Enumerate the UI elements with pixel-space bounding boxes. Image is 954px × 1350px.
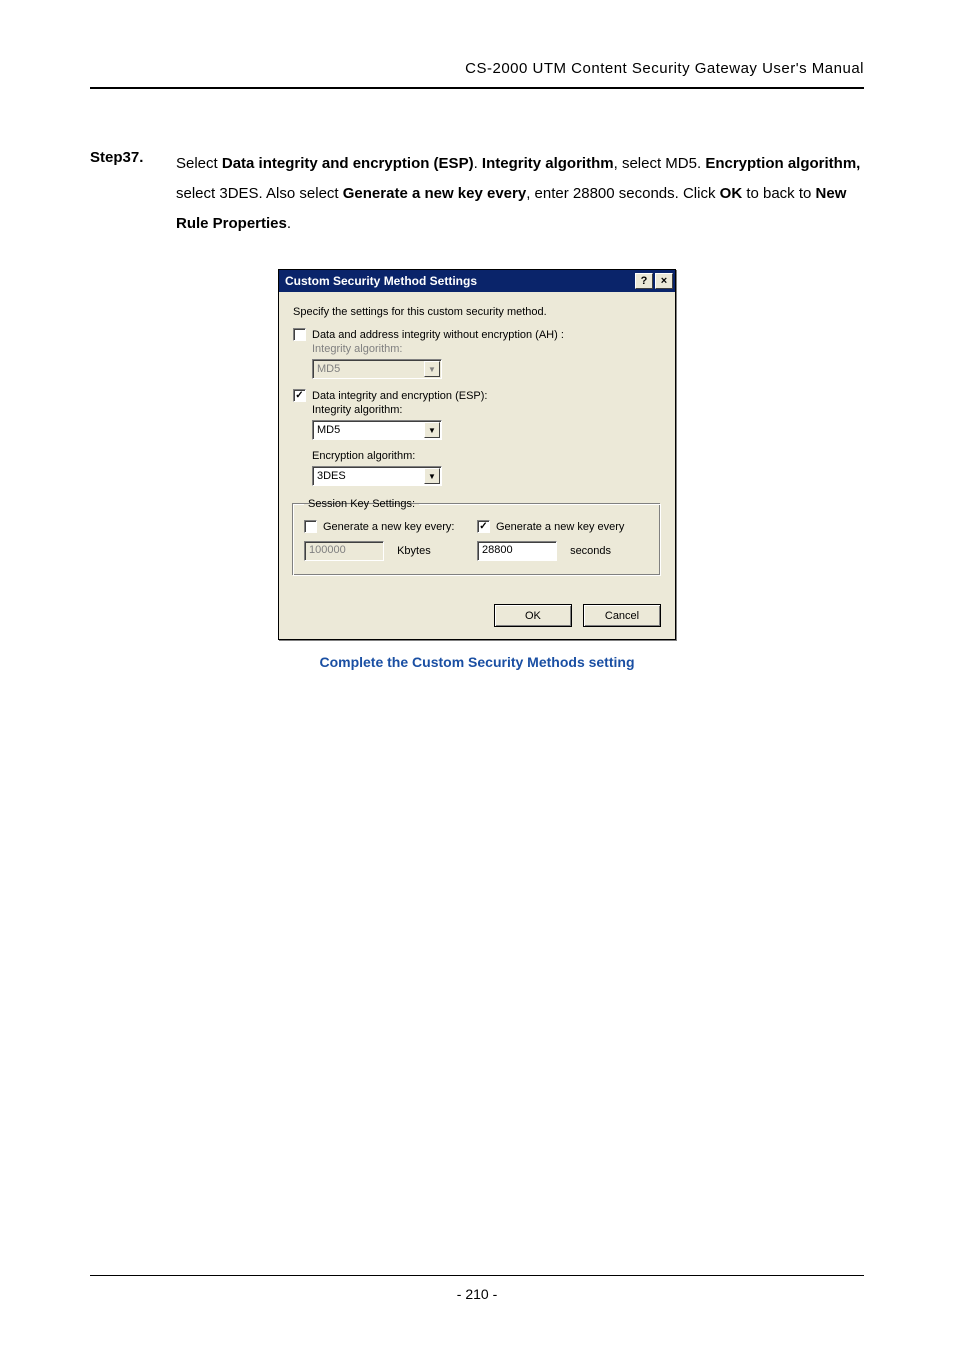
seconds-label: Generate a new key every	[496, 521, 624, 533]
dialog-instruction: Specify the settings for this custom sec…	[293, 306, 661, 318]
page-header: CS-2000 UTM Content Security Gateway Use…	[90, 60, 864, 89]
esp-integrity-combo[interactable]: MD5 ▼	[312, 420, 442, 440]
figure-caption: Complete the Custom Security Methods set…	[90, 654, 864, 670]
t: , enter 28800 seconds. Click	[526, 185, 719, 202]
step-block: Step37. Select Data integrity and encryp…	[90, 149, 864, 239]
ah-integrity-label: Integrity algorithm:	[312, 343, 661, 355]
ok-button[interactable]: OK	[494, 604, 572, 627]
t: Generate a new key every	[343, 185, 526, 202]
step-text: Select Data integrity and encryption (ES…	[176, 149, 864, 239]
seconds-unit: seconds	[570, 545, 611, 557]
seconds-input[interactable]: 28800	[477, 541, 557, 561]
esp-checkbox[interactable]: ✓	[293, 389, 306, 402]
kbytes-unit: Kbytes	[397, 545, 431, 557]
session-legend: Session Key Settings:	[304, 498, 419, 510]
ah-checkbox[interactable]	[293, 328, 306, 341]
check-icon: ✓	[479, 522, 487, 532]
kbytes-label: Generate a new key every:	[323, 521, 454, 533]
chevron-down-icon: ▼	[424, 361, 440, 377]
esp-integrity-value: MD5	[317, 424, 340, 436]
check-icon: ✓	[295, 391, 303, 401]
esp-encryption-label: Encryption algorithm:	[312, 450, 661, 462]
t: Select	[176, 155, 222, 172]
t: select 3DES. Also select	[176, 185, 343, 202]
chevron-down-icon[interactable]: ▼	[424, 422, 440, 438]
page-footer: - 210 -	[90, 1275, 864, 1302]
page-number: - 210 -	[457, 1286, 497, 1302]
t: .	[474, 155, 482, 172]
t: .	[287, 215, 291, 232]
esp-encryption-combo[interactable]: 3DES ▼	[312, 466, 442, 486]
session-key-group: Session Key Settings: Generate a new key…	[293, 498, 661, 576]
seconds-checkbox[interactable]: ✓	[477, 520, 490, 533]
esp-label: Data integrity and encryption (ESP):	[312, 390, 487, 402]
titlebar: Custom Security Method Settings ? ×	[279, 270, 675, 292]
chevron-down-icon[interactable]: ▼	[424, 468, 440, 484]
t: Integrity algorithm	[482, 155, 614, 172]
t: Data integrity and encryption (ESP)	[222, 155, 474, 172]
step-label: Step37.	[90, 149, 176, 239]
ah-integrity-combo: MD5 ▼	[312, 359, 442, 379]
t: , select MD5.	[614, 155, 706, 172]
t: OK	[720, 185, 743, 202]
kbytes-input: 100000	[304, 541, 384, 561]
dialog-title: Custom Security Method Settings	[285, 274, 633, 288]
esp-encryption-value: 3DES	[317, 470, 346, 482]
close-button[interactable]: ×	[655, 273, 673, 289]
custom-security-method-dialog: Custom Security Method Settings ? × Spec…	[278, 269, 676, 640]
kbytes-checkbox[interactable]	[304, 520, 317, 533]
esp-integrity-label: Integrity algorithm:	[312, 404, 661, 416]
ah-label: Data and address integrity without encry…	[312, 329, 564, 341]
cancel-button[interactable]: Cancel	[583, 604, 661, 627]
help-button[interactable]: ?	[635, 273, 653, 289]
ah-integrity-value: MD5	[317, 363, 340, 375]
t: Encryption algorithm,	[705, 155, 860, 172]
t: to back to	[742, 185, 815, 202]
